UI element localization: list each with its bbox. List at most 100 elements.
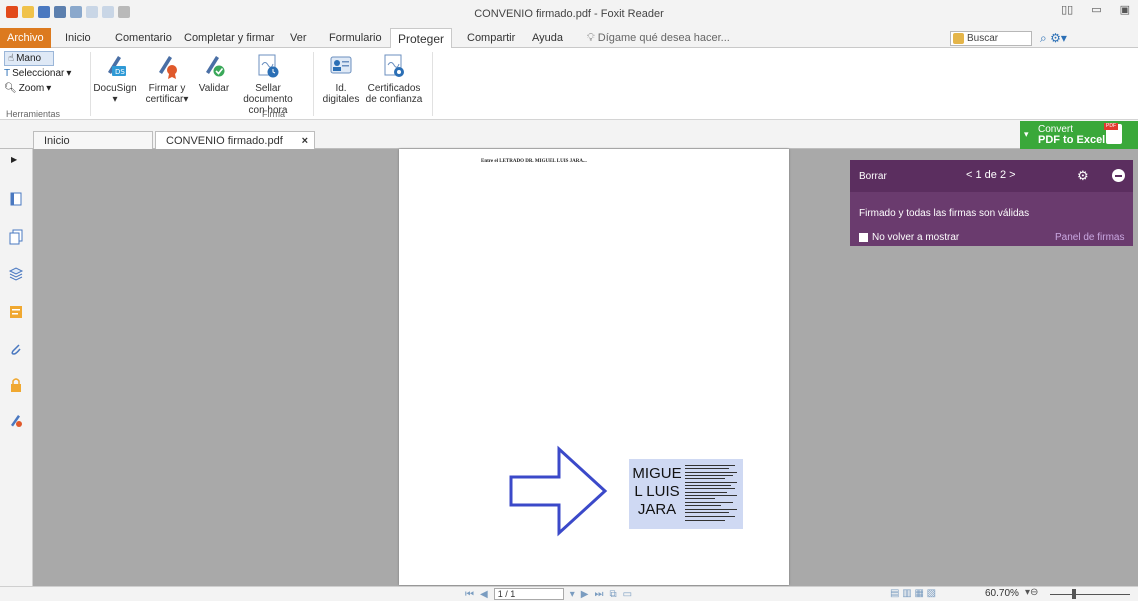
- tab-ver[interactable]: Ver: [283, 28, 314, 48]
- certificate-gear-icon: [384, 54, 404, 77]
- search-tools: ⌕ ⚙▾: [1040, 31, 1067, 46]
- last-page-icon[interactable]: ⏭: [594, 589, 603, 600]
- tell-me-box[interactable]: 💡︎ Dígame qué desea hacer...: [580, 28, 737, 48]
- trusted-certificates-button[interactable]: Certificados de confianza: [360, 52, 428, 105]
- select-label: Seleccionar: [12, 68, 65, 79]
- signature-name-line: L LUIS: [634, 483, 680, 500]
- layers-pages-icon[interactable]: [8, 229, 24, 245]
- zoom-slider[interactable]: [1050, 594, 1130, 595]
- tools-group-label: Herramientas: [6, 109, 61, 119]
- digital-signature-field[interactable]: MIGUE L LUIS JARA: [629, 459, 743, 529]
- select-text-icon: T: [4, 68, 11, 79]
- tab-comentario[interactable]: Comentario: [108, 28, 179, 48]
- dont-show-again-option[interactable]: No volver a mostrar: [859, 232, 959, 243]
- layers-icon[interactable]: [8, 267, 24, 283]
- signature-name: MIGUE L LUIS JARA: [629, 465, 685, 519]
- dont-show-label: No volver a mostrar: [872, 232, 960, 243]
- gear-icon[interactable]: ⚙: [1077, 168, 1089, 184]
- pdf-page: Entre el LETRADO DR. MIGUEL LUIS JARA...…: [399, 149, 789, 585]
- digital-ids-label-2: digitales: [322, 94, 360, 105]
- settings-dropdown-icon[interactable]: ⚙▾: [1050, 31, 1067, 45]
- zoom-tool-button[interactable]: 🔍︎ Zoom ▾: [4, 81, 71, 96]
- previous-page-icon[interactable]: ◀: [480, 589, 488, 600]
- window-controls: ▯▯ ▭ ▣: [1061, 3, 1130, 16]
- close-tab-icon[interactable]: ×: [302, 132, 308, 150]
- convert-pdf-excel-label: PDF to Excel: [1038, 134, 1106, 146]
- expand-panel-icon[interactable]: ▶: [11, 155, 17, 164]
- signature-pager[interactable]: < 1 de 2 >: [966, 169, 1016, 181]
- signature-panel-link[interactable]: Panel de firmas: [1055, 232, 1124, 243]
- signature-validation-panel: Borrar < 1 de 2 > ⚙ Firmado y todas las …: [850, 160, 1133, 246]
- menu-bar: Archivo Inicio Comentario Completar y fi…: [0, 28, 1138, 49]
- tab-inicio[interactable]: Inicio: [58, 28, 98, 48]
- sign-certify-button[interactable]: Firmar y certificar▾: [142, 52, 192, 105]
- comments-icon[interactable]: [8, 304, 24, 320]
- attachments-icon[interactable]: [8, 341, 24, 357]
- docusign-button[interactable]: DS DocuSign ▾: [93, 52, 137, 105]
- page-thumbnails-icon[interactable]: [8, 191, 24, 207]
- signature-panel-header: Borrar < 1 de 2 > ⚙: [850, 160, 1133, 192]
- arrow-right-icon: [509, 445, 608, 537]
- sign-certify-icon: [159, 56, 177, 79]
- digital-ids-button[interactable]: Id. digitales: [322, 52, 360, 105]
- tools-group: ☝ Mano T Seleccionar ▾ 🔍︎ Zoom ▾: [4, 51, 71, 96]
- ribbon-separator: [313, 52, 314, 116]
- signature-name-line: MIGUE: [632, 465, 682, 482]
- tab-convenio-document[interactable]: CONVENIO firmado.pdf ×: [155, 131, 315, 149]
- clear-button[interactable]: Borrar: [859, 171, 887, 182]
- zoom-level[interactable]: 60.70%: [985, 588, 1019, 599]
- search-placeholder: Buscar: [967, 33, 999, 44]
- select-tool-button[interactable]: T Seleccionar ▾: [4, 66, 71, 81]
- zoom-icon: 🔍︎: [4, 83, 17, 94]
- document-tab-label: CONVENIO firmado.pdf: [166, 135, 283, 147]
- sign-certify-label-2: certificar: [145, 94, 184, 105]
- signature-details-text: [685, 465, 737, 521]
- restore-ribbon-icon[interactable]: ▯▯: [1061, 3, 1073, 16]
- timestamp-document-icon: [258, 54, 279, 78]
- validate-button[interactable]: Validar: [196, 52, 232, 94]
- tab-compartir[interactable]: Compartir: [460, 28, 522, 48]
- tab-ayuda[interactable]: Ayuda: [525, 28, 570, 48]
- timestamp-label-1: Sellar documento: [243, 83, 293, 105]
- tab-completar-y-firmar[interactable]: Completar y firmar: [177, 28, 281, 48]
- zoom-out-icon[interactable]: ▾⊖: [1025, 587, 1038, 598]
- hand-tool-button[interactable]: ☝ Mano: [4, 51, 54, 66]
- document-tab-bar: Inicio CONVENIO firmado.pdf ×: [0, 121, 1138, 149]
- status-bar: ⏮ ◀ 1 / 1 ▾ ▶ ⏭ ⧉ ▭ ▤ ▥ ▦ ▧ 60.70% ▾⊖: [0, 586, 1138, 601]
- tab-archivo[interactable]: Archivo: [0, 28, 51, 48]
- extract-page-icon[interactable]: ▭: [623, 589, 632, 600]
- view-mode-icons[interactable]: ▤ ▥ ▦ ▧: [890, 588, 936, 599]
- page-navigation: ⏮ ◀ 1 / 1 ▾ ▶ ⏭ ⧉ ▭: [465, 588, 632, 600]
- pdf-badge-icon: PDF: [1104, 123, 1118, 130]
- search-input[interactable]: Buscar: [950, 31, 1032, 46]
- zoom-slider-thumb[interactable]: [1072, 589, 1076, 599]
- timestamp-button[interactable]: Sellar documento con hora: [232, 52, 304, 116]
- convert-pdf-to-excel-banner[interactable]: ▾ Convert PDF to Excel PDF: [1020, 121, 1138, 149]
- page-header-text: Entre el LETRADO DR. MIGUEL LUIS JARA...: [481, 159, 587, 164]
- first-page-icon[interactable]: ⏮: [465, 589, 474, 600]
- next-page-icon[interactable]: ▶: [581, 589, 589, 600]
- zoom-label: Zoom: [18, 83, 45, 94]
- page-number-input[interactable]: 1 / 1: [493, 588, 564, 600]
- chevron-down-icon: ▾: [66, 68, 72, 79]
- signatures-icon[interactable]: [8, 413, 24, 429]
- ribbon: ☝ Mano T Seleccionar ▾ 🔍︎ Zoom ▾ Herramientas…: [0, 48, 1138, 120]
- digital-id-icon: [330, 56, 352, 74]
- search-book-icon: [953, 33, 964, 44]
- window-title: CONVENIO firmado.pdf - Foxit Reader: [474, 8, 664, 20]
- tab-start-page[interactable]: Inicio: [33, 131, 153, 149]
- hand-label: Mano: [16, 53, 42, 64]
- collapse-minus-icon[interactable]: [1112, 169, 1125, 182]
- search-icon[interactable]: ⌕: [1040, 31, 1047, 45]
- tab-formulario[interactable]: Formulario: [322, 28, 389, 48]
- maximize-icon[interactable]: ▣: [1120, 3, 1130, 16]
- security-lock-icon[interactable]: [8, 377, 24, 393]
- hand-icon: ☝: [8, 53, 15, 64]
- page-dropdown-icon[interactable]: ▾: [570, 589, 575, 600]
- docusign-icon: DS: [108, 56, 126, 76]
- tab-proteger[interactable]: Proteger: [390, 28, 453, 49]
- dont-show-checkbox[interactable]: [859, 233, 868, 242]
- minimize-icon[interactable]: ▭: [1091, 3, 1101, 16]
- insert-page-icon[interactable]: ⧉: [609, 589, 616, 600]
- svg-text:DS: DS: [115, 68, 125, 76]
